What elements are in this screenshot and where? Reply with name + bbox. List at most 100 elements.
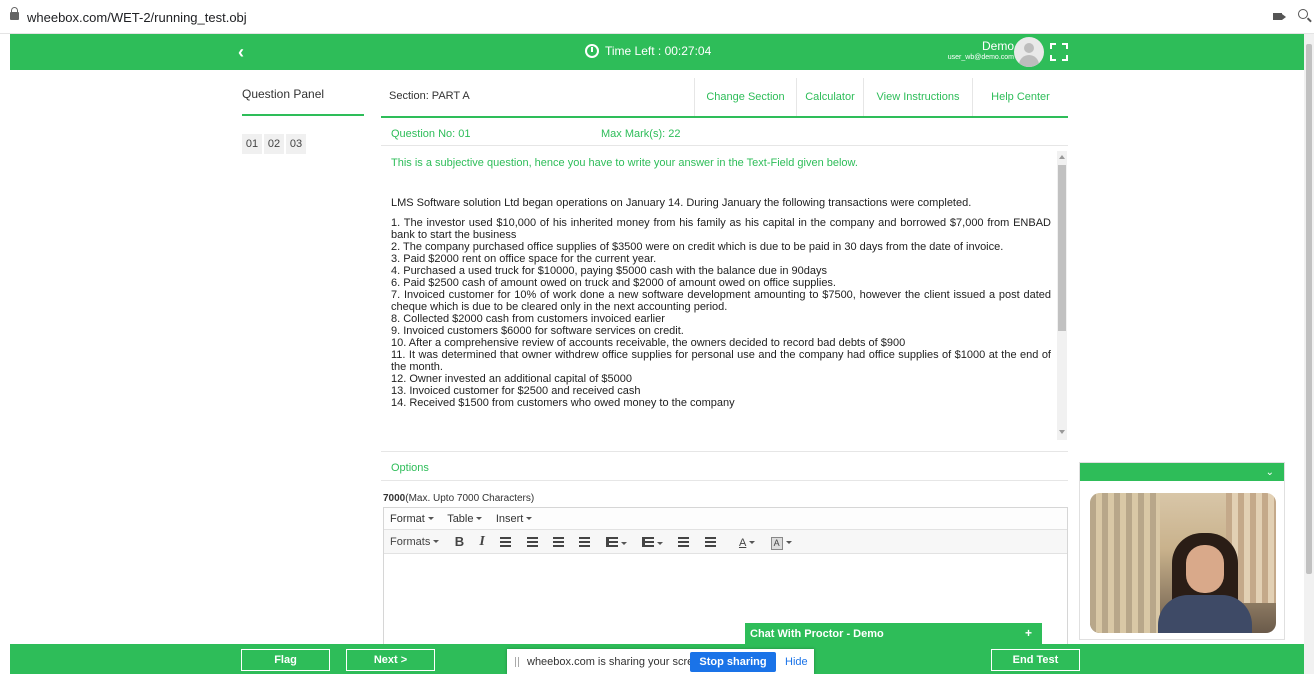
italic-button[interactable]: I	[479, 530, 484, 554]
align-left-icon	[500, 537, 512, 547]
user-email: user_wb@demo.com	[947, 54, 1014, 61]
caret-down-icon	[620, 542, 627, 545]
editor-menubar: Format Table Insert	[384, 508, 1067, 530]
timer: Time Left : 00:27:04	[585, 44, 711, 58]
divider	[381, 451, 1068, 452]
caret-down-icon	[526, 517, 533, 520]
list-item: 14. Received $1500 from customers who ow…	[391, 397, 735, 409]
list-item: 7. Invoiced customer for 10% of work don…	[391, 289, 1051, 313]
align-left-button[interactable]	[500, 530, 512, 554]
browser-address-bar: wheebox.com/WET-2/running_test.obj	[0, 0, 1314, 34]
question-number-01[interactable]: 01	[242, 134, 262, 154]
flag-button[interactable]: Flag	[241, 649, 330, 671]
question-number-03[interactable]: 03	[286, 134, 306, 154]
page-scrollbar[interactable]	[1304, 34, 1314, 674]
question-panel-underline	[242, 114, 364, 116]
list-item: 12. Owner invested an additional capital…	[391, 373, 632, 385]
scroll-down-icon[interactable]	[1059, 430, 1065, 434]
list-item: 8. Collected $2000 cash from customers i…	[391, 313, 665, 325]
subjective-note: This is a subjective question, hence you…	[391, 157, 858, 169]
character-count: 7000	[383, 493, 406, 504]
insert-menu-label: Insert	[495, 513, 524, 525]
divider	[381, 480, 1068, 481]
formats-dropdown[interactable]: Formats	[390, 530, 440, 554]
table-menu[interactable]: Table	[447, 508, 483, 530]
scroll-up-icon[interactable]	[1059, 155, 1065, 159]
editor-toolbar: Formats B I A A	[384, 530, 1067, 554]
camera-panel-header: ⌄	[1080, 463, 1284, 481]
zoom-icon[interactable]	[1298, 9, 1308, 19]
character-limit-text: (Max. Upto 7000 Characters)	[405, 493, 535, 504]
clock-icon	[585, 44, 599, 58]
chat-with-proctor[interactable]: Chat With Proctor - Demo +	[745, 623, 1042, 645]
calculator-button[interactable]: Calculator	[796, 78, 863, 116]
list-item: 3. Paid $2000 rent on office space for t…	[391, 253, 657, 265]
user-info: Demo user_wb@demo.com	[948, 39, 1014, 61]
bullet-list-icon	[605, 537, 618, 547]
align-center-icon	[526, 537, 538, 547]
fullscreen-icon[interactable]	[1050, 43, 1068, 61]
indent-icon	[704, 537, 716, 547]
caret-down-icon	[427, 517, 434, 520]
back-chevron-icon[interactable]: ‹	[238, 42, 244, 63]
question-number-label: Question No: 01	[391, 128, 471, 140]
list-item: 13. Invoiced customer for $2500 and rece…	[391, 385, 641, 397]
collapse-icon[interactable]: ⌄	[1266, 467, 1274, 478]
camera-icon[interactable]	[1273, 13, 1286, 20]
exam-page: wheebox.com/WET-2/running_test.obj ‹ Tim…	[0, 0, 1314, 674]
scrollbar-thumb[interactable]	[1058, 165, 1066, 331]
align-right-icon	[552, 537, 564, 547]
list-item: 11. It was determined that owner withdre…	[391, 349, 1051, 373]
help-center-button[interactable]: Help Center	[972, 78, 1068, 116]
font-color-button[interactable]: A	[738, 530, 756, 554]
section-bar: Section: PART A Change Section Calculato…	[381, 78, 1068, 118]
background-color-icon: A	[770, 537, 783, 550]
caret-down-icon	[749, 541, 756, 544]
end-test-button[interactable]: End Test	[991, 649, 1080, 671]
outdent-icon	[678, 537, 690, 547]
list-item: 9. Invoiced customers $6000 for software…	[391, 325, 684, 337]
caret-down-icon	[476, 517, 483, 520]
numbered-list-icon	[641, 537, 654, 547]
bold-button[interactable]: B	[455, 530, 464, 554]
align-center-button[interactable]	[526, 530, 538, 554]
divider	[381, 145, 1068, 146]
format-menu[interactable]: Format	[390, 508, 434, 530]
background-color-button[interactable]: A	[770, 530, 792, 554]
screen-share-bar: wheebox.com is sharing your screen. Stop…	[507, 649, 814, 674]
bullet-list-button[interactable]	[605, 530, 627, 554]
scrollbar-thumb[interactable]	[1306, 44, 1312, 574]
address-url[interactable]: wheebox.com/WET-2/running_test.obj	[27, 10, 247, 25]
character-limit: 7000(Max. Upto 7000 Characters)	[383, 493, 534, 504]
view-instructions-button[interactable]: View Instructions	[863, 78, 972, 116]
max-marks-label: Max Mark(s): 22	[601, 128, 681, 140]
list-item: 1. The investor used $10,000 of his inhe…	[391, 217, 1051, 241]
plus-icon[interactable]: +	[1025, 626, 1032, 640]
avatar	[1014, 37, 1044, 67]
indent-button[interactable]	[704, 530, 716, 554]
caret-down-icon	[433, 540, 440, 543]
drag-handle-icon[interactable]	[515, 657, 519, 667]
question-number-02[interactable]: 02	[264, 134, 284, 154]
transaction-list: 1. The investor used $10,000 of his inhe…	[391, 217, 1051, 409]
outdent-button[interactable]	[678, 530, 690, 554]
next-button[interactable]: Next >	[346, 649, 435, 671]
list-item: 4. Purchased a used truck for $10000, pa…	[391, 265, 828, 277]
question-scrollbar[interactable]	[1057, 151, 1067, 440]
proctor-camera-panel: ⌄	[1079, 462, 1285, 640]
hide-button[interactable]: Hide	[785, 656, 808, 668]
insert-menu[interactable]: Insert	[496, 508, 533, 530]
numbered-list-button[interactable]	[641, 530, 663, 554]
question-intro: LMS Software solution Ltd began operatio…	[391, 197, 972, 209]
section-label: Section: PART A	[389, 90, 470, 102]
justify-button[interactable]	[579, 530, 591, 554]
list-item: 6. Paid $2500 cash of amount owed on tru…	[391, 277, 836, 289]
stop-sharing-button[interactable]: Stop sharing	[690, 652, 776, 672]
list-item: 2. The company purchased office supplies…	[391, 241, 1004, 253]
change-section-button[interactable]: Change Section	[694, 78, 796, 116]
font-color-icon: A	[738, 537, 747, 549]
caret-down-icon	[656, 542, 663, 545]
formats-label: Formats	[390, 536, 431, 548]
question-text[interactable]: This is a subjective question, hence you…	[391, 151, 1051, 440]
align-right-button[interactable]	[552, 530, 564, 554]
